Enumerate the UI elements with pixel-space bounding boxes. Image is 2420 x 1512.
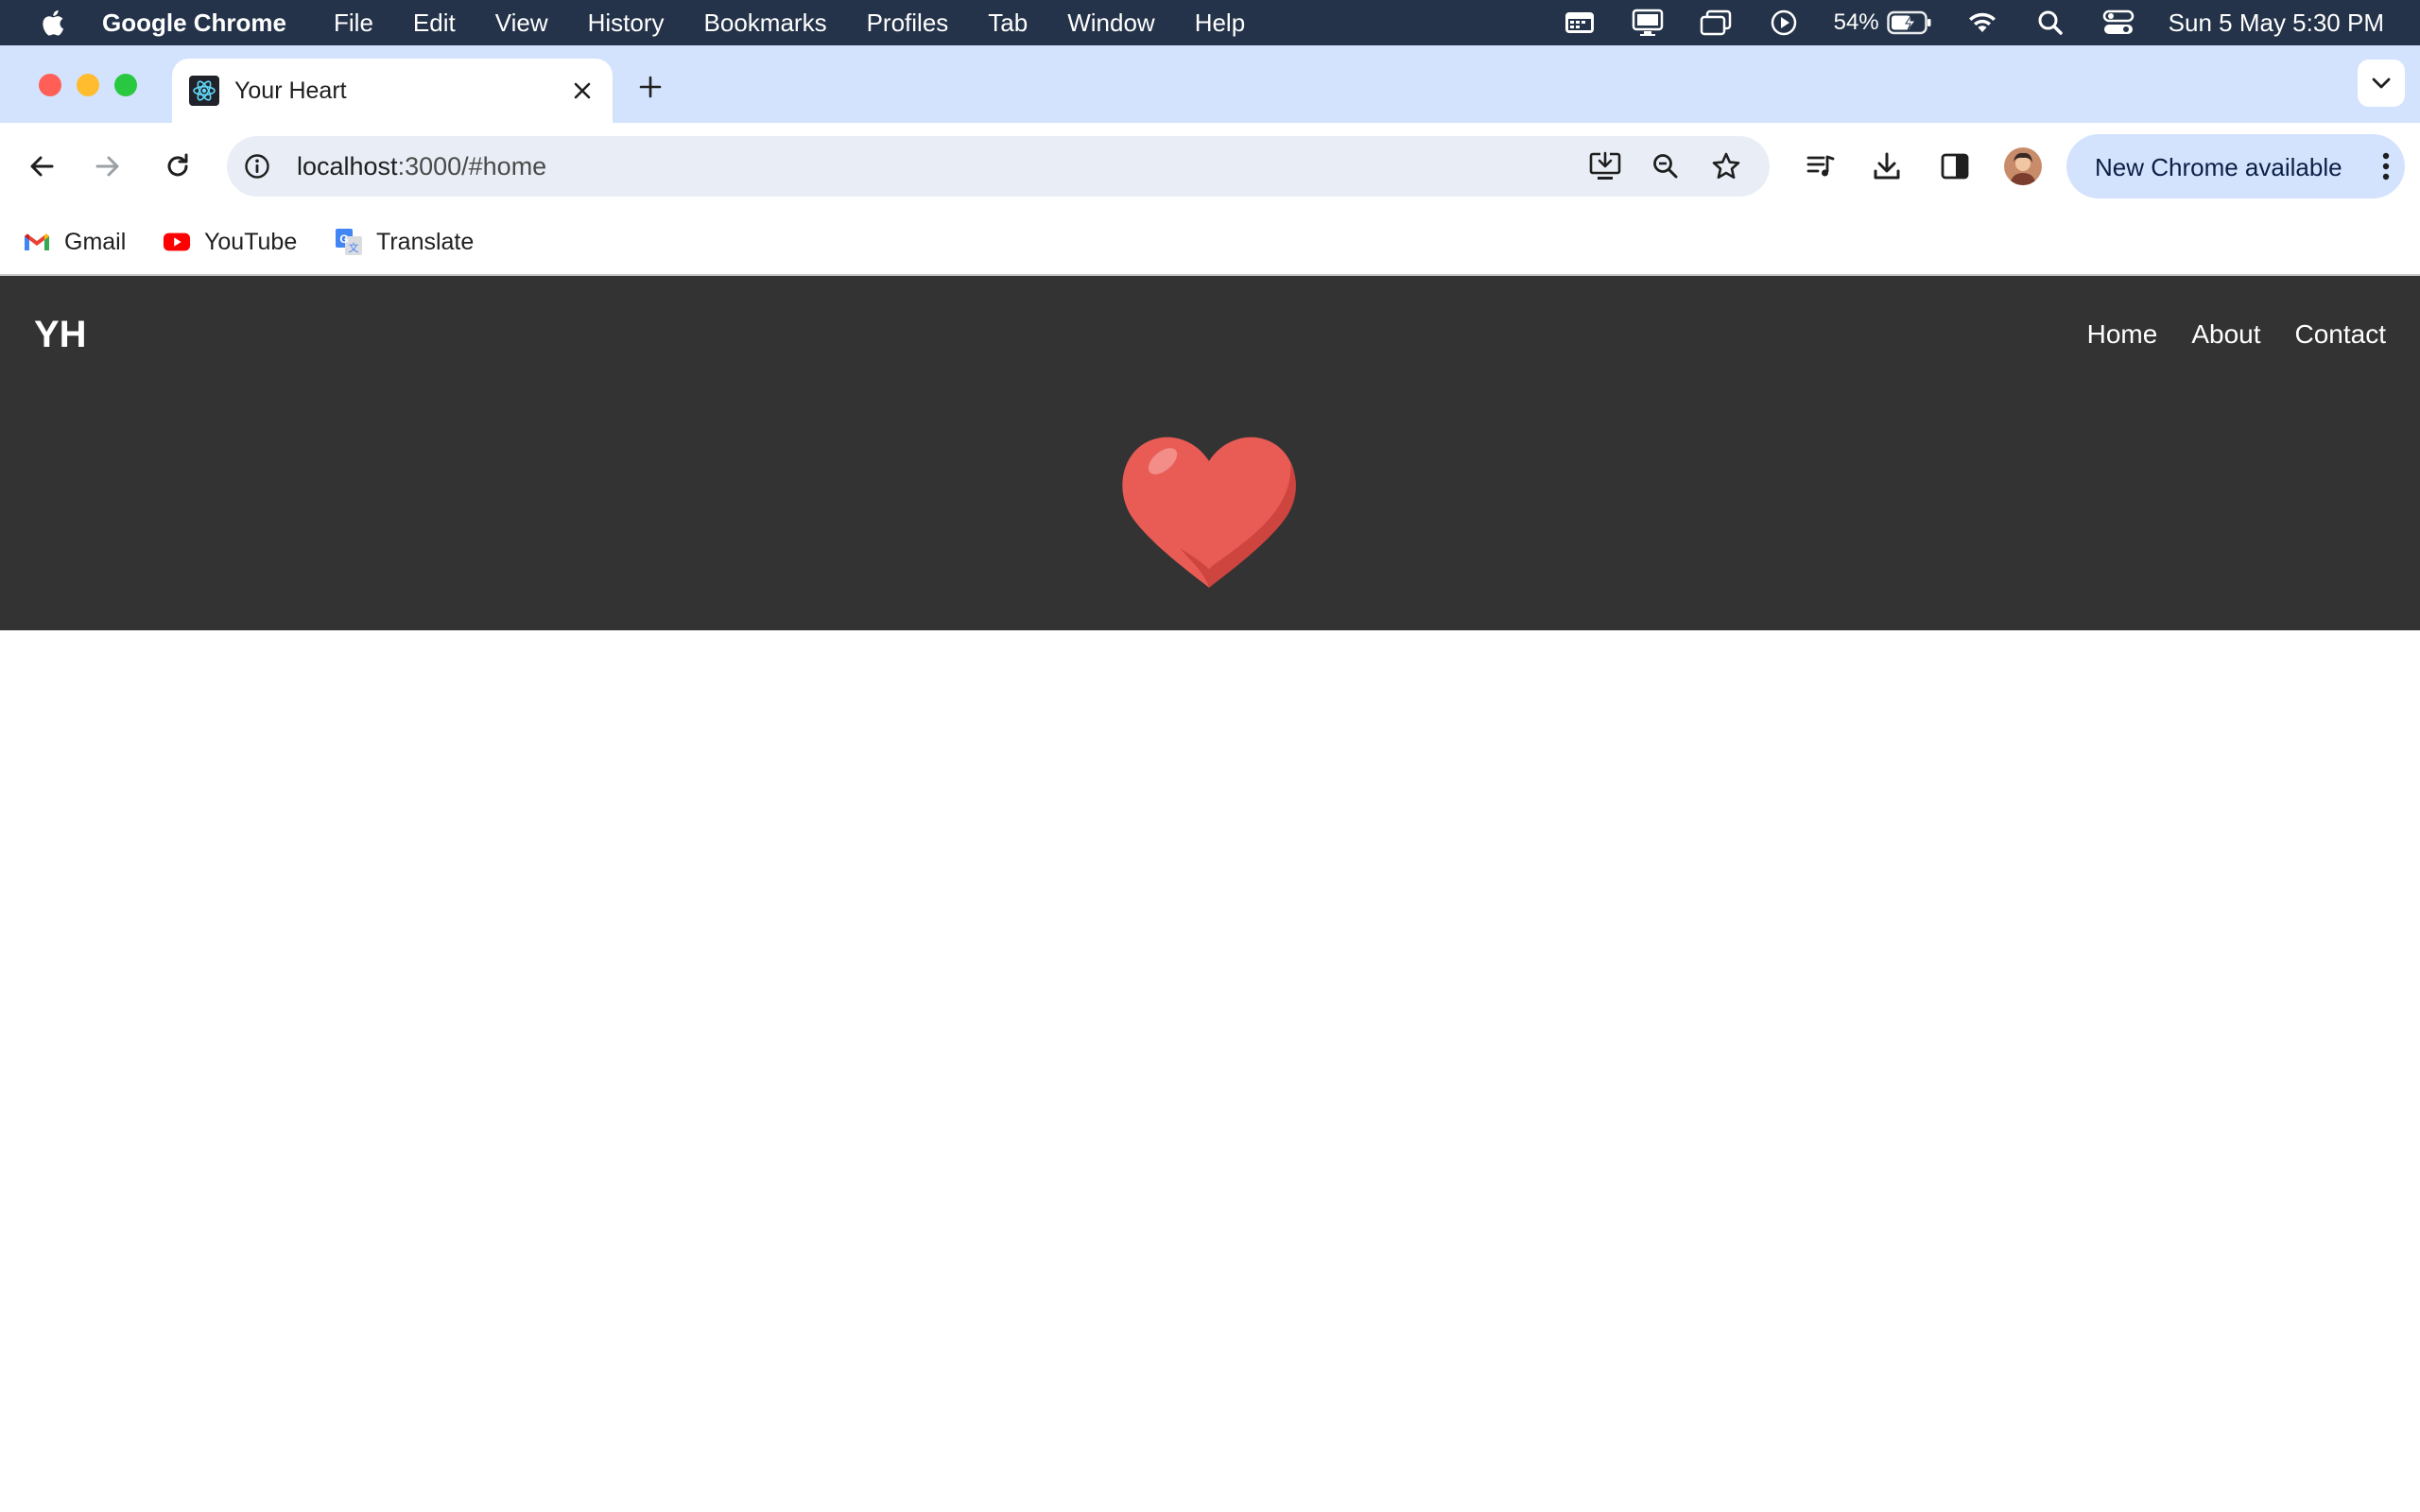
url-host: localhost (297, 152, 398, 180)
bookmarks-bar: Gmail YouTube G文 Translate (0, 210, 2420, 276)
install-app-icon[interactable] (1584, 146, 1626, 187)
menu-profiles[interactable]: Profiles (867, 9, 949, 38)
tab-title: Your Heart (234, 77, 347, 104)
window-close-button[interactable] (39, 74, 61, 96)
app-menus: File Edit View History Bookmarks Profile… (294, 9, 1245, 38)
menu-history[interactable]: History (588, 9, 665, 38)
bookmark-gmail[interactable]: Gmail (23, 223, 126, 261)
web-page: YH Home About Contact (0, 276, 2420, 1512)
zoom-icon[interactable] (1645, 146, 1686, 187)
downloads-button[interactable] (1864, 144, 1910, 189)
active-app-name[interactable]: Google Chrome (102, 9, 286, 38)
tab-search-button[interactable] (2358, 60, 2405, 107)
menu-edit[interactable]: Edit (413, 9, 456, 38)
menu-view[interactable]: View (495, 9, 548, 38)
display-icon[interactable] (1630, 8, 1666, 38)
download-icon (1874, 152, 1900, 180)
new-tab-button[interactable] (633, 70, 667, 104)
menu-file[interactable]: File (334, 9, 373, 38)
nav-contact-link[interactable]: Contact (2295, 319, 2387, 350)
reload-button[interactable] (155, 144, 200, 189)
battery-icon[interactable] (1886, 8, 1932, 38)
menu-tab[interactable]: Tab (988, 9, 1028, 38)
apple-menu-icon[interactable] (38, 8, 66, 38)
menu-window[interactable]: Window (1067, 9, 1154, 38)
macos-menu-bar: Google Chrome File Edit View History Boo… (0, 0, 2420, 45)
bookmark-youtube[interactable]: YouTube (163, 223, 297, 261)
window-zoom-button[interactable] (114, 74, 137, 96)
battery-percentage[interactable]: 54% (1834, 9, 1879, 36)
heart-icon (1119, 431, 1299, 592)
google-translate-icon: G文 (335, 228, 363, 256)
media-controls-button[interactable] (1798, 144, 1843, 189)
bookmark-star-icon[interactable] (1705, 146, 1747, 187)
url-text[interactable]: localhost:3000/#home (297, 152, 546, 181)
bookmark-translate-label: Translate (376, 228, 475, 255)
playlist-music-icon (1806, 155, 1835, 177)
bookmark-gmail-label: Gmail (64, 228, 127, 255)
more-vertical-icon[interactable] (2377, 147, 2395, 185)
profile-avatar[interactable] (2004, 147, 2042, 185)
site-nav: Home About Contact (2053, 319, 2386, 350)
react-icon (189, 76, 219, 106)
bookmark-youtube-label: YouTube (204, 228, 298, 255)
menu-bookmarks[interactable]: Bookmarks (704, 9, 827, 38)
gmail-icon (23, 228, 51, 256)
forward-button[interactable] (85, 144, 130, 189)
nav-about-link[interactable]: About (2191, 319, 2260, 350)
menu-help[interactable]: Help (1195, 9, 1245, 38)
wifi-icon[interactable] (1964, 8, 2000, 38)
menu-bar-status-area: 54% Sun 5 May 5:30 PM (1562, 0, 2420, 45)
update-chrome-label: New Chrome available (2095, 153, 2342, 181)
svg-text:G: G (339, 232, 348, 246)
url-path: :3000/#home (397, 152, 547, 180)
nav-home-link[interactable]: Home (2087, 319, 2158, 350)
stage-manager-icon[interactable] (1698, 8, 1734, 38)
spotlight-search-icon[interactable] (2032, 8, 2068, 38)
arrow-left-icon (30, 156, 54, 177)
play-icon[interactable] (1766, 8, 1802, 38)
calendar-icon[interactable] (1562, 8, 1598, 38)
arrow-right-icon (95, 156, 119, 177)
control-center-icon[interactable] (2100, 8, 2136, 38)
side-panel-icon (1941, 153, 1969, 180)
reload-icon (167, 153, 188, 177)
address-bar[interactable]: localhost:3000/#home (227, 136, 1770, 197)
side-panel-button[interactable] (1932, 144, 1978, 189)
menu-bar-clock[interactable]: Sun 5 May 5:30 PM (2169, 9, 2384, 38)
site-info-icon[interactable] (242, 151, 272, 181)
bookmark-translate[interactable]: G文 Translate (335, 223, 474, 261)
youtube-icon (163, 228, 191, 256)
close-tab-icon[interactable] (567, 76, 597, 106)
update-chrome-button[interactable]: New Chrome available (2066, 134, 2405, 198)
svg-text:文: 文 (349, 241, 359, 254)
tab-your-heart[interactable]: Your Heart (172, 59, 613, 123)
site-logo[interactable]: YH (34, 314, 87, 356)
back-button[interactable] (19, 144, 64, 189)
site-header: YH Home About Contact (0, 276, 2420, 630)
chevron-down-icon (2372, 77, 2391, 89)
window-minimize-button[interactable] (77, 74, 99, 96)
